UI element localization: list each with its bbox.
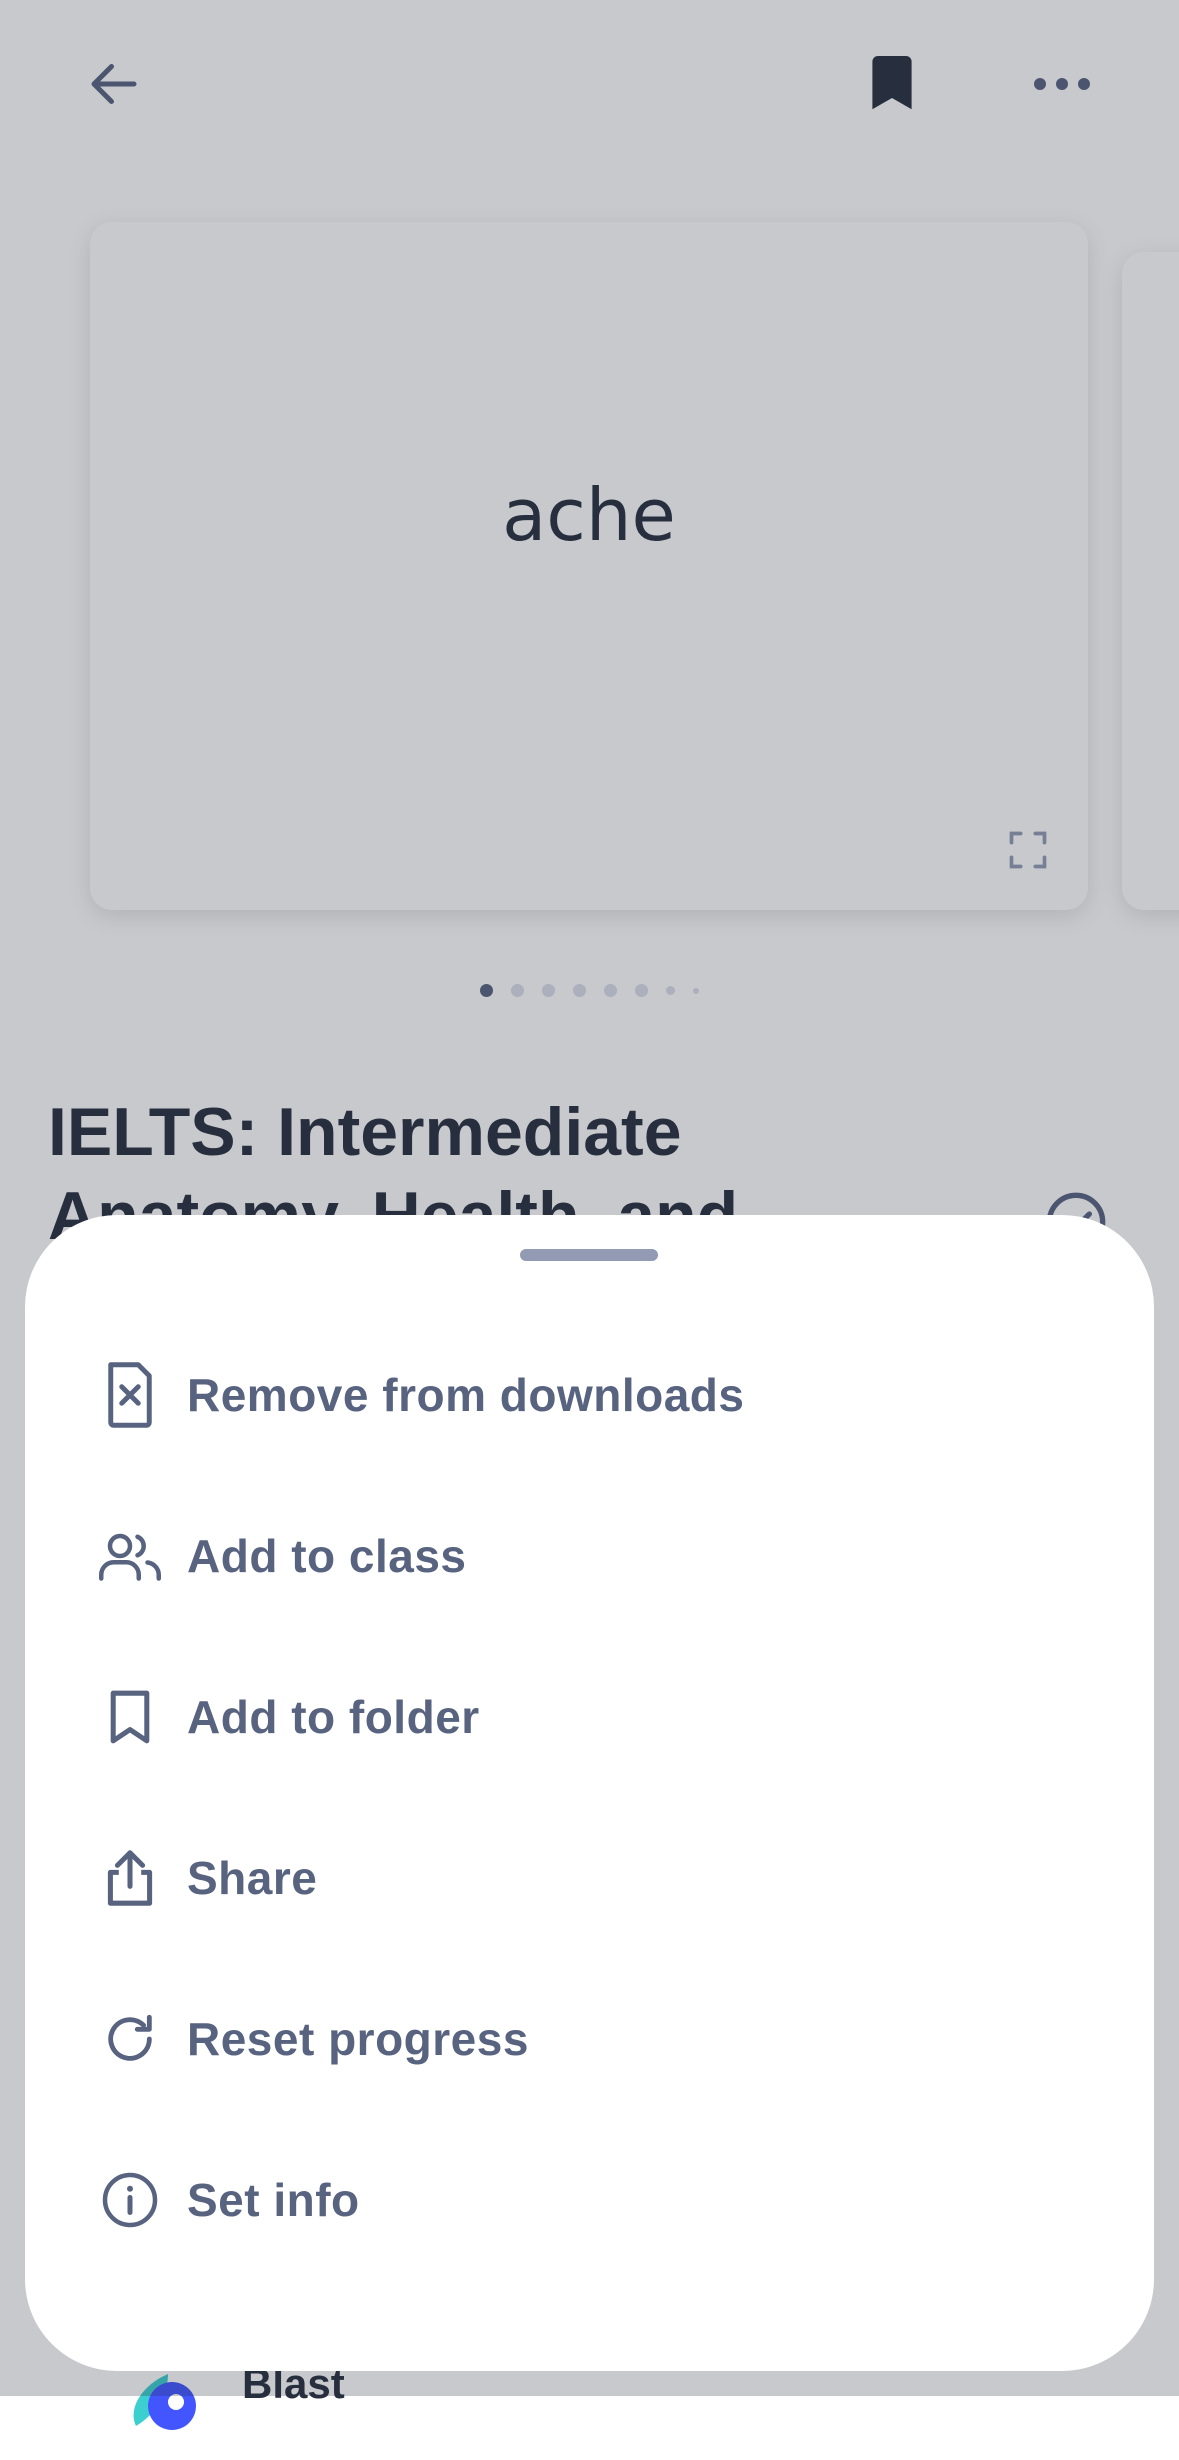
menu-item-label: Share <box>187 1851 318 1904</box>
share-item[interactable]: Share <box>25 1797 1154 1958</box>
reset-progress-item[interactable]: Reset progress <box>25 1958 1154 2119</box>
menu-item-label: Add to class <box>187 1529 467 1582</box>
menu-item-label: Add to folder <box>187 1690 480 1743</box>
people-icon <box>95 1521 165 1591</box>
set-info-item[interactable]: Set info <box>25 2119 1154 2280</box>
remove-download-icon <box>95 1360 165 1430</box>
remove-from-downloads-item[interactable]: Remove from downloads <box>25 1314 1154 1475</box>
share-icon <box>95 1843 165 1913</box>
reset-icon <box>95 2004 165 2074</box>
options-bottom-sheet: Remove from downloads Add to class Add t… <box>25 1215 1154 2371</box>
menu-item-label: Set info <box>187 2173 360 2226</box>
add-to-folder-item[interactable]: Add to folder <box>25 1636 1154 1797</box>
options-menu: Remove from downloads Add to class Add t… <box>25 1314 1154 2280</box>
menu-item-label: Remove from downloads <box>187 1368 745 1421</box>
menu-item-label: Reset progress <box>187 2012 529 2065</box>
info-icon <box>95 2165 165 2235</box>
drag-handle[interactable] <box>520 1249 658 1261</box>
add-to-class-item[interactable]: Add to class <box>25 1475 1154 1636</box>
bookmark-outline-icon <box>95 1682 165 1752</box>
